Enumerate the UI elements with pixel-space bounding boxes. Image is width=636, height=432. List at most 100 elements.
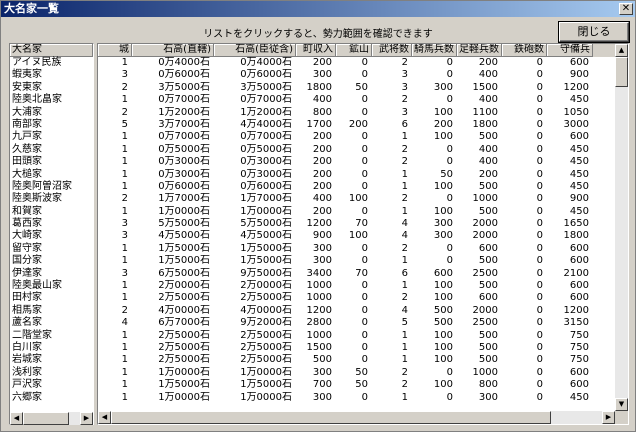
table-row[interactable]: 2 3万5000石 3万5000石 1800 50 3 300 1500 0 1200: [98, 82, 628, 94]
table-cell: 500: [478, 180, 498, 192]
table-row[interactable]: 1 0万3000石 0万3000石 200 0 1 50 200 0 450: [98, 169, 628, 181]
column-header[interactable]: 鉄砲数: [502, 44, 547, 57]
table-row[interactable]: 1 0万6000石 0万6000石 200 0 1 100 500 0 450: [98, 181, 628, 193]
daimyo-list-item[interactable]: 大崎家: [10, 230, 93, 242]
daimyo-list-item[interactable]: 九戸家: [10, 131, 93, 143]
daimyo-list-item[interactable]: アイヌ民族: [10, 57, 93, 69]
daimyo-list-item[interactable]: 陸奥最山家: [10, 280, 93, 292]
daimyo-list-item[interactable]: 国分家: [10, 255, 93, 267]
daimyo-list-item[interactable]: 伊達家: [10, 268, 93, 280]
column-header[interactable]: 騎馬兵数: [412, 44, 457, 57]
table-row[interactable]: 3 0万6000石 0万6000石 300 0 3 0 400 0 900: [98, 69, 628, 81]
table-row[interactable]: 1 2万5000石 2万5000石 1000 0 1 100 500 0 750: [98, 330, 628, 342]
table-cell: 1万0000石: [158, 205, 210, 217]
daimyo-list-item[interactable]: 大浦家: [10, 107, 93, 119]
column-header[interactable]: 石高(臣従含): [214, 44, 296, 57]
table-row[interactable]: 1 0万4000石 0万4000石 200 0 2 0 200 0 600: [98, 57, 628, 69]
daimyo-list-item[interactable]: 蘆名家: [10, 317, 93, 329]
table-cell: 2000: [472, 230, 498, 242]
column-header[interactable]: 武将数: [372, 44, 412, 57]
table-row[interactable]: 1 0万3000石 0万3000石 200 0 2 0 400 0 450: [98, 156, 628, 168]
table-cell: 1200: [563, 81, 589, 93]
table-row[interactable]: 2 1万7000石 1万7000石 400 100 2 0 1000 0 900: [98, 193, 628, 205]
table-row[interactable]: 5 3万7000石 4万4000石 1700 200 6 200 1800 0 3000: [98, 119, 628, 131]
daimyo-list-item[interactable]: 留守家: [10, 243, 93, 255]
table-row[interactable]: 1 0万7000石 0万7000石 200 0 1 100 500 0 600: [98, 131, 628, 143]
daimyo-list-item[interactable]: 久慈家: [10, 144, 93, 156]
left-hscroll-thumb[interactable]: [23, 412, 69, 425]
close-icon[interactable]: ✕: [619, 3, 633, 15]
table-row[interactable]: 1 1万5000石 1万5000石 300 0 1 0 500 0 600: [98, 255, 628, 267]
daimyo-list-item[interactable]: 和賀家: [10, 206, 93, 218]
table-row[interactable]: 1 0万7000石 0万7000石 400 0 2 0 400 0 450: [98, 94, 628, 106]
daimyo-list-item[interactable]: 岩城家: [10, 354, 93, 366]
table-row[interactable]: 1 1万5000石 1万5000石 700 50 2 100 800 0 600: [98, 379, 628, 391]
vertical-scrollbar[interactable]: ▲ ▼: [615, 44, 628, 411]
column-header[interactable]: 町収入: [296, 44, 336, 57]
table-cell: 0: [536, 81, 543, 93]
daimyo-list-item[interactable]: 陸奥斯波家: [10, 193, 93, 205]
table-cell: 500: [478, 205, 498, 217]
table-cell: 0: [446, 193, 453, 205]
table-cell: 500: [478, 354, 498, 366]
table-cell: 1: [401, 205, 408, 217]
table-row[interactable]: 1 2万0000石 2万0000石 1000 0 1 100 500 0 600: [98, 280, 628, 292]
table-row[interactable]: 4 6万7000石 9万2000石 2800 0 5 500 2500 0 3150: [98, 317, 628, 329]
scroll-thumb[interactable]: [615, 57, 628, 87]
table-row[interactable]: 3 4万5000石 4万5000石 900 100 4 300 2000 0 1800: [98, 230, 628, 242]
table-row[interactable]: 1 1万0000石 1万0000石 200 0 1 100 500 0 450: [98, 206, 628, 218]
daimyo-stats-table[interactable]: 城石高(直轄) 石高(臣従含) 町収入 鉱山 武将数 騎馬兵数 足軽兵数 鉄砲数 守備兵 1 0万…: [97, 43, 629, 425]
column-header[interactable]: 守備兵: [547, 44, 593, 57]
daimyo-list-item[interactable]: 陸奥阿曽沼家: [10, 181, 93, 193]
table-row[interactable]: 1 0万5000石 0万5000石 200 0 2 0 400 0 450: [98, 144, 628, 156]
daimyo-column-header[interactable]: 大名家: [10, 44, 93, 57]
left-scroll-right-icon[interactable]: ▶: [80, 412, 93, 425]
table-row[interactable]: 2 1万2000石 1万2000石 800 0 3 100 1100 0 1050: [98, 107, 628, 119]
table-cell: 600: [569, 242, 589, 254]
daimyo-list-item[interactable]: 浅利家: [10, 367, 93, 379]
left-horizontal-scrollbar[interactable]: ◀ ▶: [10, 412, 93, 425]
column-header[interactable]: 城: [98, 44, 132, 57]
scroll-up-icon[interactable]: ▲: [615, 44, 628, 57]
scroll-right-icon[interactable]: ▶: [602, 411, 615, 424]
scroll-left-icon[interactable]: ◀: [98, 411, 111, 424]
table-row[interactable]: 1 2万5000石 2万5000石 1500 0 1 100 500 0 750: [98, 342, 628, 354]
horizontal-scrollbar[interactable]: ◀ ▶: [98, 411, 615, 424]
daimyo-list-item[interactable]: 戸沢家: [10, 379, 93, 391]
table-cell: 0: [361, 168, 368, 180]
table-row[interactable]: 1 1万0000石 1万0000石 300 50 2 0 1000 0 600: [98, 367, 628, 379]
scroll-down-icon[interactable]: ▼: [615, 398, 628, 411]
column-header[interactable]: 足軽兵数: [457, 44, 502, 57]
table-row[interactable]: 3 5万5000石 5万5000石 1200 70 4 300 2000 0 1650: [98, 218, 628, 230]
daimyo-list-item[interactable]: 大槌家: [10, 169, 93, 181]
table-cell: 1万0000石: [240, 205, 292, 217]
left-scroll-left-icon[interactable]: ◀: [10, 412, 23, 425]
daimyo-name-list[interactable]: 大名家 アイヌ民族 蝦夷家 安東家 陸奥北畠家 大浦家 南部家 九戸家 久慈家 田頭家 大槌家 陸奥…: [9, 43, 94, 425]
daimyo-list-item[interactable]: 相馬家: [10, 305, 93, 317]
table-row[interactable]: 1 2万5000石 2万5000石 1000 0 2 100 600 0 600: [98, 292, 628, 304]
column-header[interactable]: 鉱山: [336, 44, 372, 57]
daimyo-list-item[interactable]: 葛西家: [10, 218, 93, 230]
table-row[interactable]: 3 6万5000石 9万5000石 3400 70 6 600 2500 0 2100: [98, 268, 628, 280]
hscroll-thumb[interactable]: [111, 411, 551, 424]
daimyo-list-item[interactable]: 六郷家: [10, 392, 93, 404]
daimyo-list-item[interactable]: 陸奥北畠家: [10, 94, 93, 106]
table-cell: 1200: [563, 304, 589, 316]
daimyo-list-item[interactable]: 田頭家: [10, 156, 93, 168]
table-row[interactable]: 1 2万5000石 2万5000石 500 0 1 100 500 0 750: [98, 354, 628, 366]
daimyo-list-item[interactable]: 南部家: [10, 119, 93, 131]
close-button[interactable]: 閉じる: [559, 22, 629, 42]
daimyo-list-item[interactable]: 白川家: [10, 342, 93, 354]
daimyo-list-item[interactable]: 田村家: [10, 292, 93, 304]
table-row[interactable]: 1 1万5000石 1万5000石 300 0 2 0 600 0 600: [98, 243, 628, 255]
table-cell: 0: [536, 106, 543, 118]
table-row[interactable]: 2 4万0000石 4万0000石 1200 0 4 500 2000 0 1200: [98, 305, 628, 317]
table-cell: 70: [355, 218, 368, 230]
daimyo-list-item[interactable]: 安東家: [10, 82, 93, 94]
daimyo-list-item[interactable]: 蝦夷家: [10, 69, 93, 81]
daimyo-list-item[interactable]: 二階堂家: [10, 330, 93, 342]
table-row[interactable]: 1 1万0000石 1万0000石 300 0 1 0 300 0 450: [98, 392, 628, 404]
table-cell: 1: [121, 168, 128, 180]
table-cell: 3: [401, 106, 408, 118]
column-header[interactable]: 石高(直轄): [132, 44, 214, 57]
